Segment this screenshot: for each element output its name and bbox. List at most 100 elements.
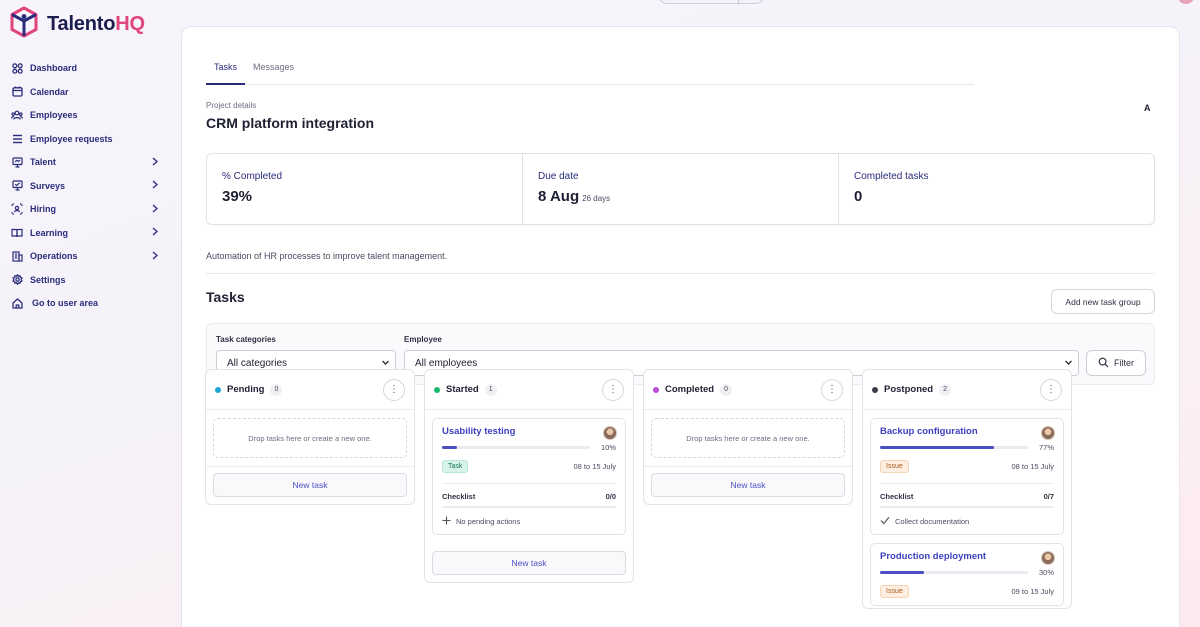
sidebar-item-go-to-user-area[interactable]: Go to user area — [10, 292, 160, 314]
sidebar-item-employees[interactable]: Employees — [10, 104, 160, 126]
more-options-icon[interactable]: ⋮ — [821, 379, 843, 401]
column-header: Started 1 ⋮ — [425, 370, 633, 410]
task-dates: 08 to 15 July — [573, 462, 616, 471]
column-title: Started — [446, 384, 479, 395]
stat-label: Completed tasks — [854, 171, 929, 182]
select-value: All employees — [415, 357, 478, 369]
drop-zone[interactable]: Drop tasks here or create a new one. — [651, 418, 845, 458]
checklist-count: 0/0 — [605, 492, 616, 501]
sidebar-item-label: Employees — [30, 110, 78, 120]
calendar-icon — [10, 85, 24, 99]
stat-value: 0 — [854, 188, 863, 205]
sidebar-item-dashboard[interactable]: Dashboard — [10, 57, 160, 79]
task-title[interactable]: Usability testing — [442, 426, 616, 437]
task-title[interactable]: Production deployment — [880, 551, 1054, 562]
progress-row: 30% — [880, 568, 1054, 577]
user-avatar[interactable] — [1178, 0, 1194, 4]
new-task-button[interactable]: New task — [213, 473, 407, 497]
column-completed: Completed 0 ⋮ Drop tasks here or create … — [643, 369, 853, 505]
users-icon — [10, 108, 24, 122]
sidebar-item-label: Talent — [30, 157, 56, 167]
column-header: Postponed 2 ⋮ — [863, 370, 1071, 410]
drop-zone[interactable]: Drop tasks here or create a new one. — [213, 418, 407, 458]
list-icon — [10, 132, 24, 146]
assignee-avatar — [1041, 551, 1055, 565]
count-badge: 0 — [270, 383, 283, 396]
checklist-item[interactable]: No pending actions — [442, 516, 616, 527]
task-type-badge: Issue — [880, 460, 909, 473]
chip-divider — [738, 0, 739, 5]
column-body: Usability testing 10% Task 08 to 15 July… — [425, 410, 633, 551]
stat-label: % Completed — [222, 171, 283, 182]
count-badge: 0 — [720, 383, 733, 396]
tab-messages[interactable]: Messages — [245, 56, 302, 85]
filter-button[interactable]: Filter — [1086, 350, 1146, 376]
progress-fill — [442, 446, 457, 449]
task-card[interactable]: Usability testing 10% Task 08 to 15 July… — [432, 418, 626, 535]
category-filter-label: Task categories — [216, 335, 276, 344]
progress-percent: 77% — [1038, 443, 1054, 452]
new-task-button[interactable]: New task — [651, 473, 845, 497]
stat-label: Due date — [538, 171, 579, 182]
progress-row: 10% — [442, 443, 616, 452]
tag-row: Task 08 to 15 July — [442, 460, 616, 473]
section-divider — [206, 273, 1155, 274]
sidebar-item-talent[interactable]: Talent — [10, 151, 160, 173]
filter-label: Filter — [1114, 358, 1134, 368]
tab-tasks[interactable]: Tasks — [206, 56, 246, 85]
sidebar-item-settings[interactable]: Settings — [10, 269, 160, 291]
brand-logo[interactable]: TalentoHQ — [9, 6, 145, 43]
days-remaining: 26 days — [582, 194, 611, 203]
search-icon — [1098, 357, 1109, 370]
add-task-group-button[interactable]: Add new task group — [1051, 289, 1155, 314]
count-badge: 1 — [484, 383, 497, 396]
chevron-right-icon — [152, 157, 158, 168]
assignee-avatar — [603, 426, 617, 440]
project-details-label: Project details — [206, 101, 257, 110]
checklist-header: Checklist 0/0 — [442, 483, 616, 501]
chevron-right-icon — [152, 180, 158, 191]
project-stats: % Completed 39% Due date 8 Aug 26 days Co… — [206, 153, 1155, 225]
more-options-icon[interactable]: ⋮ — [383, 379, 405, 401]
column-header: Completed 0 ⋮ — [644, 370, 852, 410]
select-value: All categories — [227, 357, 288, 369]
progress-row: 77% — [880, 443, 1054, 452]
task-title[interactable]: Backup configuration — [880, 426, 1054, 437]
column-body: Drop tasks here or create a new one. — [206, 410, 414, 466]
task-card[interactable]: Backup configuration 77% Issue 08 to 15 … — [870, 418, 1064, 535]
column-footer: New task — [425, 551, 633, 582]
assignee-avatar — [1041, 426, 1055, 440]
column-title: Postponed — [884, 384, 934, 395]
chevron-right-icon — [152, 227, 158, 238]
sidebar-item-label: Hiring — [30, 204, 56, 214]
more-options-icon[interactable]: ⋮ — [602, 379, 624, 401]
stat-value: 8 Aug 26 days — [538, 188, 823, 205]
sidebar-item-employee-requests[interactable]: Employee requests — [10, 128, 160, 150]
sidebar-item-surveys[interactable]: Surveys — [10, 175, 160, 197]
top-search-chip[interactable] — [659, 0, 764, 5]
checklist-label: Checklist — [880, 492, 914, 501]
chevron-right-icon — [152, 204, 158, 215]
sidebar-item-learning[interactable]: Learning — [10, 222, 160, 244]
sidebar-nav: Dashboard Calendar Employees Employee re… — [10, 57, 160, 316]
tasks-heading: Tasks — [206, 289, 245, 305]
sidebar-item-hiring[interactable]: Hiring — [10, 198, 160, 220]
progress-fill — [880, 571, 925, 574]
column-body: Backup configuration 77% Issue 08 to 15 … — [863, 410, 1071, 608]
new-task-button[interactable]: New task — [432, 551, 626, 575]
status-dot — [653, 386, 659, 393]
status-dot — [215, 386, 221, 393]
grid-icon — [10, 61, 24, 75]
stat-completed-tasks: Completed tasks 0 — [839, 154, 1154, 224]
checklist-item[interactable]: Collect documentation — [880, 516, 1054, 527]
column-pending: Pending 0 ⋮ Drop tasks here or create a … — [205, 369, 415, 505]
project-owner-avatar[interactable]: A — [1144, 103, 1151, 113]
task-card[interactable]: Production deployment 30% Issue 09 to 15… — [870, 543, 1064, 606]
tag-row: Issue 09 to 15 July — [880, 585, 1054, 598]
presentation-icon — [10, 155, 24, 169]
task-type-badge: Task — [442, 460, 469, 473]
project-title: CRM platform integration — [206, 115, 374, 131]
sidebar-item-calendar[interactable]: Calendar — [10, 81, 160, 103]
more-options-icon[interactable]: ⋮ — [1040, 379, 1062, 401]
sidebar-item-operations[interactable]: Operations — [10, 245, 160, 267]
